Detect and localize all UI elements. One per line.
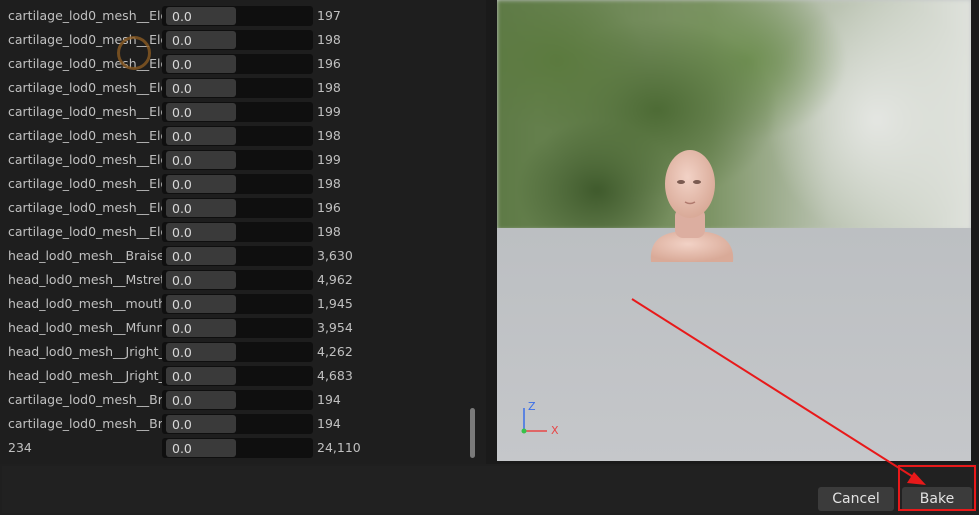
list-scrollbar[interactable] [467,0,479,462]
axis-z-label: Z [528,400,536,413]
morph-target-name: cartilage_lod0_mesh__Eloo [8,152,162,167]
morph-target-row[interactable]: head_lod0_mesh__Jright_M 0.0 4,262 [4,340,466,364]
vertex-count: 194 [317,416,341,431]
morph-target-name: cartilage_lod0_mesh__Brai [8,392,162,407]
vertex-count: 199 [317,152,341,167]
vertex-count: 197 [317,8,341,23]
vertex-count: 4,962 [317,272,353,287]
morph-target-row[interactable]: cartilage_lod0_mesh__Eloo 0.0 198 [4,28,466,52]
weight-input[interactable]: 0.0 [166,55,236,73]
morph-target-row[interactable]: cartilage_lod0_mesh__Brai 0.0 194 [4,412,466,436]
morph-target-list: cartilage_lod0_mesh__Eloo 0.0 197 cartilage… [4,4,466,460]
gizmo-layer [521,408,547,434]
morph-target-name: cartilage_lod0_mesh__Eloo [8,224,162,239]
weight-input[interactable]: 0.0 [166,127,236,145]
morph-target-row[interactable]: cartilage_lod0_mesh__Eloo 0.0 198 [4,172,466,196]
weight-input[interactable]: 0.0 [166,319,236,337]
vertex-count: 3,630 [317,248,353,263]
weight-input[interactable]: 0.0 [166,7,236,25]
morph-target-row[interactable]: cartilage_lod0_mesh__Eloo 0.0 197 [4,4,466,28]
morph-target-name: cartilage_lod0_mesh__Brai [8,416,162,431]
weight-input[interactable]: 0.0 [166,415,236,433]
vertex-count: 198 [317,32,341,47]
preview-viewport[interactable]: Z X [497,0,971,461]
morph-target-name: cartilage_lod0_mesh__Eloo [8,80,162,95]
morph-target-row[interactable]: 234 0.0 24,110 [4,436,466,460]
bake-highlight-box [898,465,976,511]
morph-target-row[interactable]: cartilage_lod0_mesh__Brai 0.0 194 [4,388,466,412]
morph-target-panel: cartilage_lod0_mesh__Eloo 0.0 197 cartilage… [0,0,486,464]
vertex-count: 4,262 [317,344,353,359]
morph-target-name: cartilage_lod0_mesh__Eloo [8,104,162,119]
vertex-count: 199 [317,104,341,119]
weight-input[interactable]: 0.0 [166,343,236,361]
morph-target-row[interactable]: cartilage_lod0_mesh__Eloo 0.0 198 [4,124,466,148]
axis-x-label: X [551,424,559,437]
morph-target-row[interactable]: cartilage_lod0_mesh__Eloo 0.0 196 [4,52,466,76]
vertex-count: 196 [317,56,341,71]
vertex-count: 196 [317,200,341,215]
weight-input[interactable]: 0.0 [166,199,236,217]
vertex-count: 1,945 [317,296,353,311]
morph-target-name: head_lod0_mesh__Mfunnel [8,320,162,335]
weight-input[interactable]: 0.0 [166,247,236,265]
weight-input[interactable]: 0.0 [166,439,236,457]
morph-target-name: cartilage_lod0_mesh__Eloo [8,176,162,191]
weight-input[interactable]: 0.0 [166,151,236,169]
vertex-count: 24,110 [317,440,361,455]
mouse-cursor-indicator [117,36,151,70]
weight-input[interactable]: 0.0 [166,31,236,49]
weight-input[interactable]: 0.0 [166,79,236,97]
scrollbar-thumb[interactable] [470,408,475,458]
axis-y-dot [521,428,527,434]
morph-target-row[interactable]: cartilage_lod0_mesh__Eloo 0.0 198 [4,220,466,244]
vertex-count: 198 [317,224,341,239]
morph-target-row[interactable]: cartilage_lod0_mesh__Eloo 0.0 199 [4,148,466,172]
morph-target-name: head_lod0_mesh__BraiseIr [8,248,162,263]
morph-target-row[interactable]: head_lod0_mesh__Mstretc 0.0 4,962 [4,268,466,292]
morph-target-row[interactable]: head_lod0_mesh__Mfunnel 0.0 3,954 [4,316,466,340]
vertex-count: 198 [317,128,341,143]
weight-input[interactable]: 0.0 [166,103,236,121]
vertex-count: 4,683 [317,368,353,383]
weight-input[interactable]: 0.0 [166,295,236,313]
morph-target-name: cartilage_lod0_mesh__Eloo [8,200,162,215]
morph-target-name: head_lod0_mesh__Mstretc [8,272,162,287]
weight-input[interactable]: 0.0 [166,391,236,409]
vertex-count: 194 [317,392,341,407]
morph-target-name: head_lod0_mesh__Jright_M [8,344,162,359]
morph-target-row[interactable]: cartilage_lod0_mesh__Eloo 0.0 198 [4,76,466,100]
weight-input[interactable]: 0.0 [166,367,236,385]
vertex-count: 3,954 [317,320,353,335]
morph-target-name: head_lod0_mesh__Jright_M [8,368,162,383]
morph-target-name: 234 [8,440,32,455]
morph-target-row[interactable]: cartilage_lod0_mesh__Eloo 0.0 199 [4,100,466,124]
morph-target-row[interactable]: head_lod0_mesh__BraiseIr 0.0 3,630 [4,244,466,268]
morph-target-row[interactable]: head_lod0_mesh__mouth_l 0.0 1,945 [4,292,466,316]
weight-input[interactable]: 0.0 [166,223,236,241]
vertex-count: 198 [317,176,341,191]
morph-target-name: head_lod0_mesh__mouth_l [8,296,162,311]
morph-target-name: cartilage_lod0_mesh__Eloo [8,8,162,23]
cancel-button[interactable]: Cancel [818,487,894,511]
weight-input[interactable]: 0.0 [166,271,236,289]
weight-input[interactable]: 0.0 [166,175,236,193]
morph-target-row[interactable]: head_lod0_mesh__Jright_M 0.0 4,683 [4,364,466,388]
morph-target-row[interactable]: cartilage_lod0_mesh__Eloo 0.0 196 [4,196,466,220]
vertex-count: 198 [317,80,341,95]
morph-target-name: cartilage_lod0_mesh__Eloo [8,128,162,143]
